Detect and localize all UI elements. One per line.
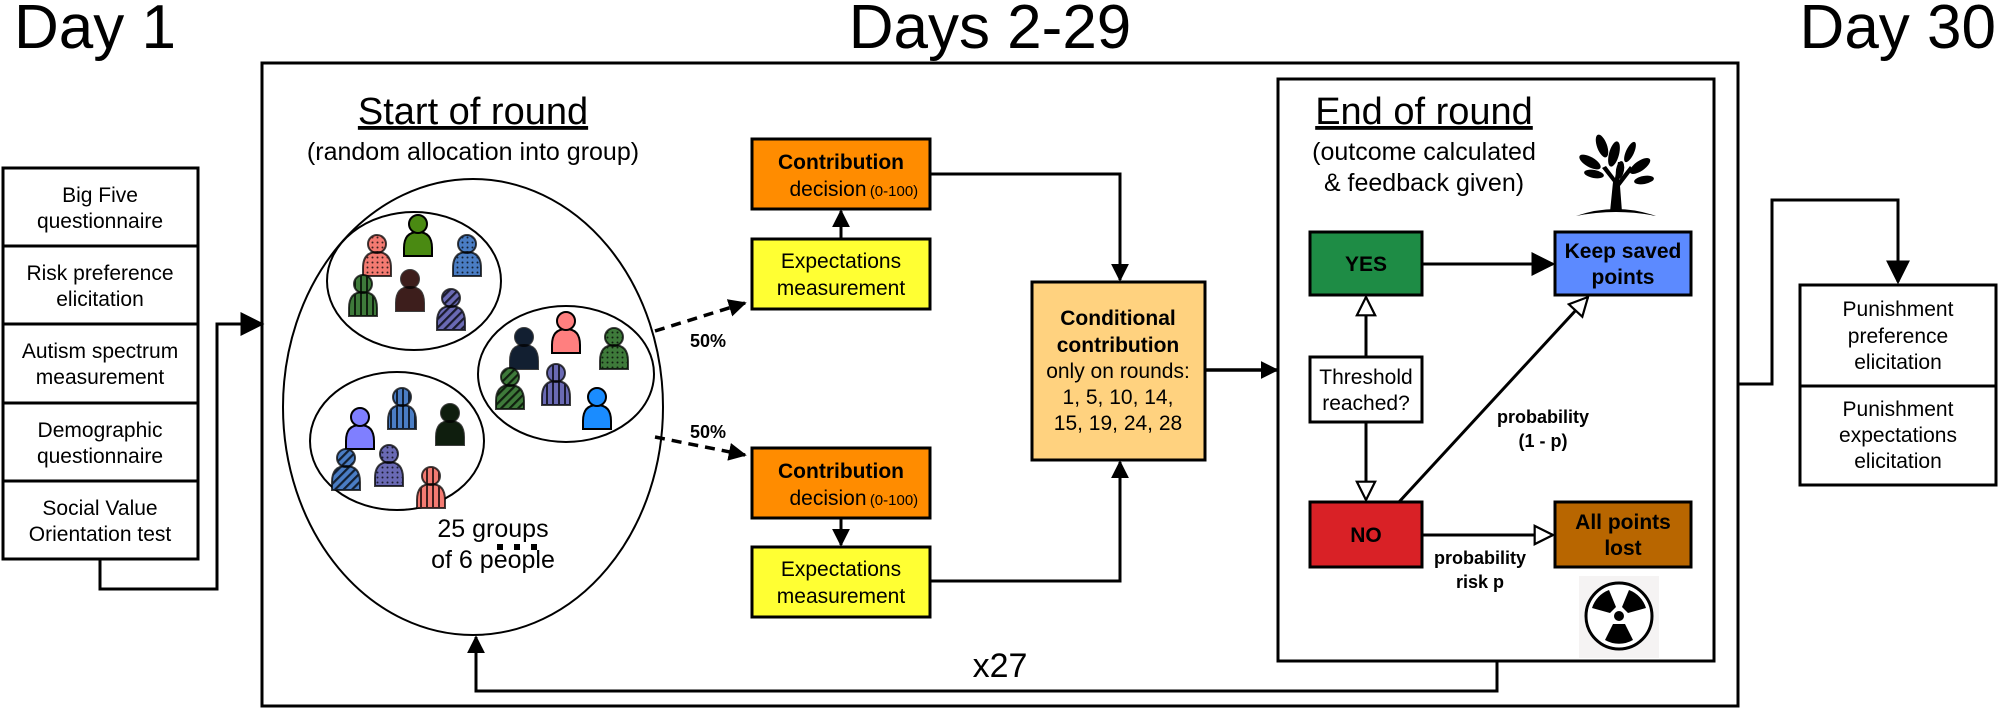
header-day1: Day 1 — [14, 0, 176, 62]
end-of-round-title: End of round — [1315, 91, 1533, 133]
threshold-box: Threshold reached? — [1308, 355, 1424, 424]
svg-text:points: points — [1592, 266, 1655, 289]
svg-text:(0-100): (0-100) — [870, 492, 918, 509]
branch-pct-bottom: 50% — [690, 422, 726, 442]
svg-text:(0-100): (0-100) — [870, 183, 918, 200]
svg-text:decision: decision — [789, 487, 866, 510]
person-icon — [551, 311, 581, 354]
person-icon — [495, 367, 525, 410]
expectations-box-bottom: Expectations measurement — [750, 545, 932, 619]
person-icon — [436, 288, 466, 331]
study-design-diagram: Day 1 Days 2-29 Day 30 Big Five question… — [1, 0, 1998, 708]
person-icon — [387, 387, 417, 430]
svg-text:Expectations: Expectations — [781, 250, 901, 273]
svg-text:Punishment: Punishment — [1843, 298, 1954, 321]
arrow-expect-bottom-to-conditional — [930, 460, 1129, 583]
svg-text:questionnaire: questionnaire — [37, 445, 163, 468]
arrow-no-to-keep — [1397, 297, 1588, 504]
person-icon — [541, 363, 571, 406]
svg-text:lost: lost — [1604, 537, 1641, 560]
svg-text:reached?: reached? — [1322, 392, 1410, 415]
svg-text:Orientation test: Orientation test — [29, 523, 172, 546]
person-icon — [599, 327, 629, 370]
prob-lost-label-2: risk p — [1456, 572, 1504, 592]
day30-task-list: Punishment preference elicitation Punish… — [1798, 283, 1998, 487]
start-of-round-subtitle: (random allocation into group) — [307, 138, 639, 166]
svg-text:elicitation: elicitation — [56, 288, 144, 311]
person-icon — [331, 448, 361, 491]
all-points-lost-box: All points lost — [1553, 500, 1693, 569]
svg-text:contribution: contribution — [1057, 334, 1179, 357]
branch-arrow-top — [654, 299, 747, 333]
prob-keep-label-1: probability — [1497, 407, 1589, 427]
groups-count-line2: of 6 people — [431, 546, 555, 574]
svg-text:Keep saved: Keep saved — [1565, 240, 1682, 263]
tree-icon — [1576, 134, 1656, 216]
svg-text:elicitation: elicitation — [1854, 450, 1942, 473]
svg-text:All points: All points — [1575, 511, 1671, 534]
person-icon — [509, 327, 539, 370]
prob-lost-label-1: probability — [1434, 548, 1526, 568]
header-day30: Day 30 — [1800, 0, 1996, 62]
svg-text:YES: YES — [1345, 253, 1387, 276]
svg-text:questionnaire: questionnaire — [37, 210, 163, 233]
yes-box: YES — [1308, 230, 1424, 297]
svg-text:Contribution: Contribution — [778, 460, 904, 483]
svg-text:1, 5, 10, 14,: 1, 5, 10, 14, — [1063, 386, 1174, 409]
svg-text:Expectations: Expectations — [781, 558, 901, 581]
person-icon — [435, 403, 465, 446]
repeat-count: x27 — [973, 647, 1028, 685]
svg-text:Risk preference: Risk preference — [26, 262, 173, 285]
person-icon — [362, 234, 392, 277]
no-box: NO — [1308, 500, 1424, 569]
person-icon — [345, 407, 375, 450]
svg-text:expectations: expectations — [1839, 424, 1957, 447]
person-icon — [374, 444, 404, 487]
day30-task: Punishment expectations elicitation — [1839, 398, 1957, 473]
arrow-contrib-top-to-conditional — [930, 172, 1129, 282]
svg-text:Threshold: Threshold — [1319, 366, 1412, 389]
conditional-contribution-box: Conditional contribution only on rounds:… — [1030, 280, 1207, 462]
groups-count-line1: 25 groups — [437, 515, 548, 543]
header-days-mid: Days 2-29 — [849, 0, 1132, 62]
radiation-icon — [1579, 576, 1659, 658]
end-of-round-subtitle-1: (outcome calculated — [1312, 138, 1536, 166]
svg-text:Conditional: Conditional — [1060, 307, 1175, 330]
svg-text:Demographic: Demographic — [38, 419, 163, 442]
svg-text:decision: decision — [789, 178, 866, 201]
person-icon — [403, 214, 433, 257]
day1-task-list: Big Five questionnaire Risk preference e… — [1, 166, 200, 561]
branch-pct-top: 50% — [690, 331, 726, 351]
svg-text:measurement: measurement — [777, 277, 906, 300]
svg-text:Contribution: Contribution — [778, 151, 904, 174]
prob-keep-label-2: (1 - p) — [1519, 431, 1568, 451]
contribution-box-bottom: Contribution decision (0-100) — [750, 446, 932, 520]
person-icon — [416, 466, 446, 509]
svg-text:elicitation: elicitation — [1854, 351, 1942, 374]
person-icon — [395, 269, 425, 312]
svg-text:Punishment: Punishment — [1843, 398, 1954, 421]
day30-task: Punishment preference elicitation — [1843, 298, 1954, 374]
contribution-box-top: Contribution decision (0-100) — [750, 137, 932, 211]
svg-text:Big Five: Big Five — [62, 184, 138, 207]
svg-text:15, 19, 24, 28: 15, 19, 24, 28 — [1054, 412, 1182, 435]
end-of-round-subtitle-2: & feedback given) — [1324, 169, 1524, 197]
svg-text:preference: preference — [1848, 325, 1948, 348]
keep-points-box: Keep saved points — [1553, 230, 1693, 297]
svg-text:Social Value: Social Value — [42, 497, 157, 520]
svg-text:measurement: measurement — [777, 585, 906, 608]
expectations-box-top: Expectations measurement — [750, 237, 932, 311]
person-icon — [582, 387, 612, 430]
start-of-round-title: Start of round — [358, 91, 588, 133]
person-icon — [348, 274, 378, 317]
ellipsis-dots — [497, 544, 537, 550]
person-icon — [452, 234, 482, 277]
svg-text:Autism spectrum: Autism spectrum — [22, 340, 178, 363]
svg-text:NO: NO — [1350, 524, 1382, 547]
svg-text:measurement: measurement — [36, 366, 165, 389]
svg-text:only on rounds:: only on rounds: — [1046, 360, 1190, 383]
